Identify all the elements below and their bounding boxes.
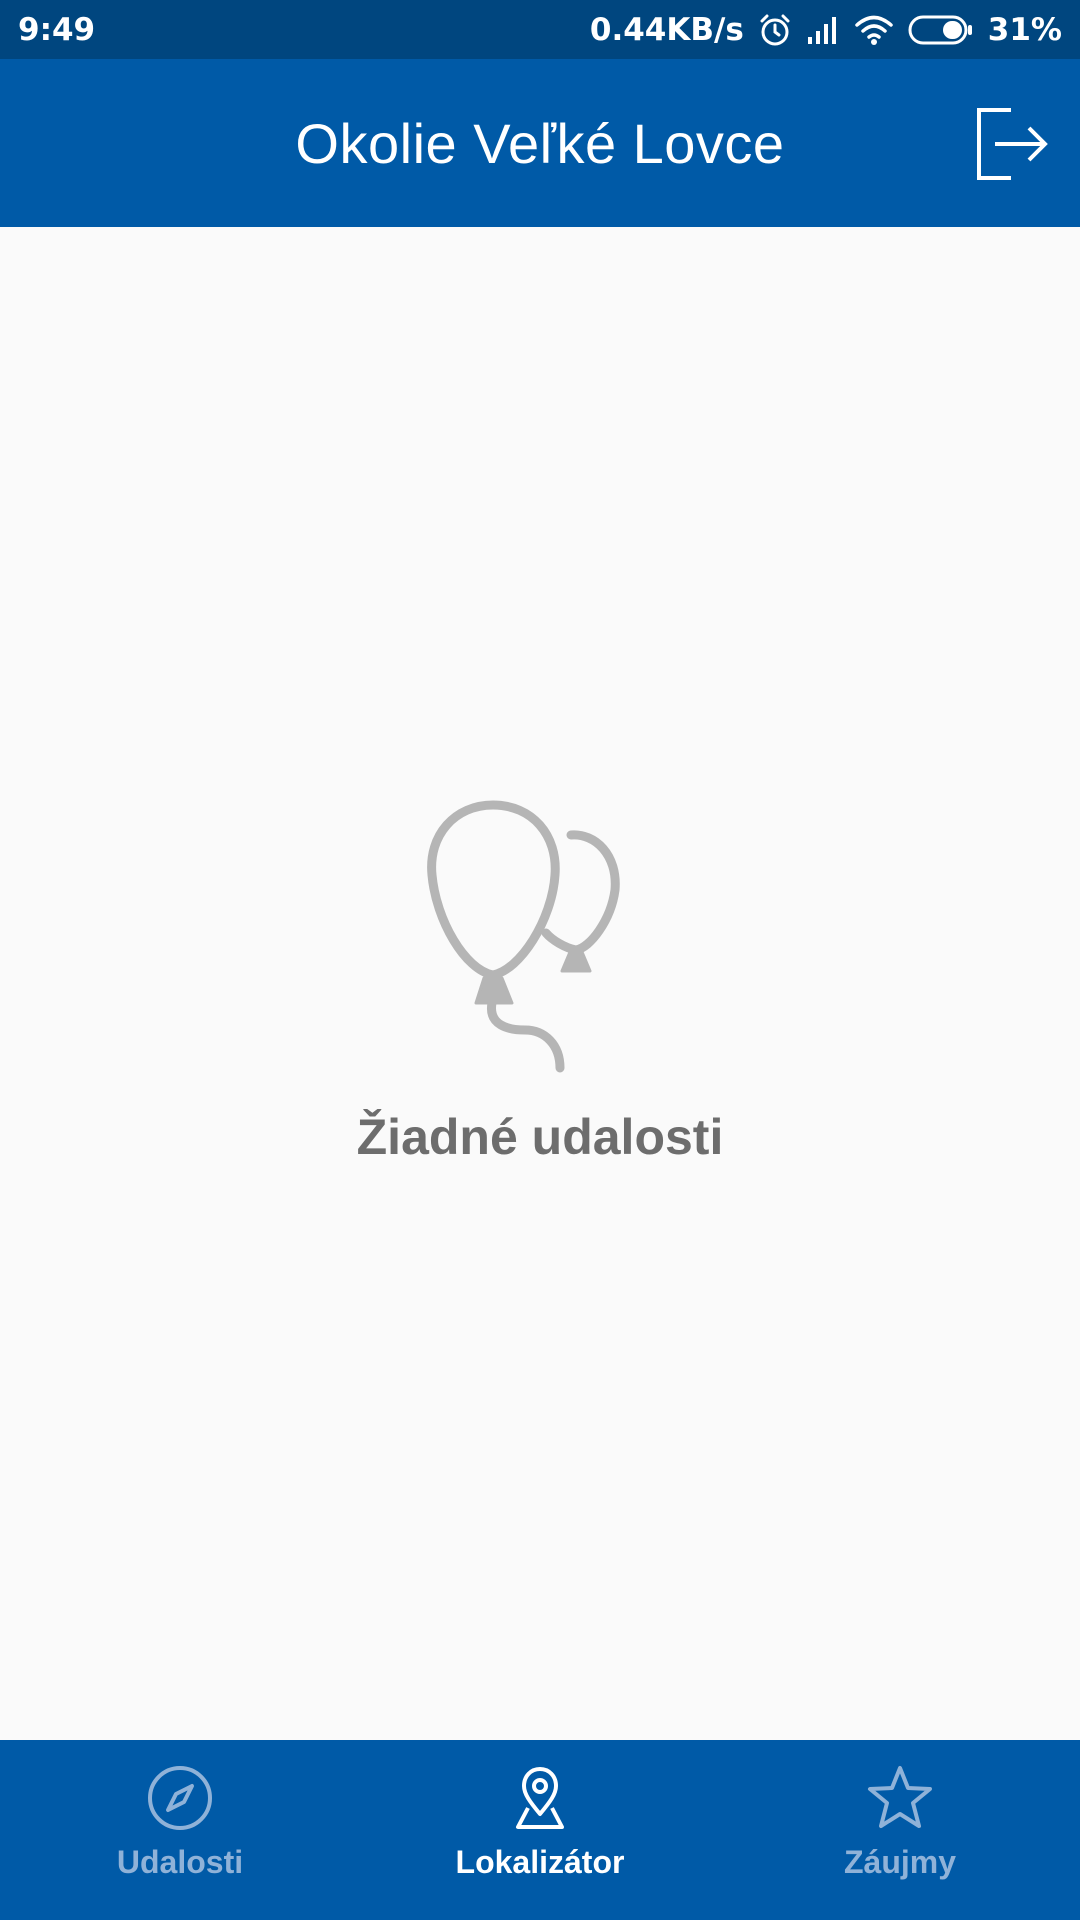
nav-item-zaujmy[interactable]: Záujmy (720, 1740, 1080, 1920)
battery-icon (908, 14, 974, 46)
network-speed: 0.44KB/s (589, 11, 744, 48)
status-icons: 0.44KB/s 31% (590, 12, 1062, 48)
battery-percent: 31% (987, 11, 1062, 48)
app-screen: 9:49 0.44KB/s 31% Okolie Veľké Lovce Žia… (0, 0, 1080, 1920)
wifi-icon (854, 14, 894, 46)
status-time: 9:49 (18, 11, 96, 48)
empty-state-message: Žiadné udalosti (356, 1109, 724, 1165)
compass-icon (148, 1766, 212, 1830)
nav-label-udalosti: Udalosti (116, 1844, 244, 1880)
page-title: Okolie Veľké Lovce (295, 111, 785, 175)
logout-icon (977, 108, 1048, 180)
signal-icon (806, 15, 840, 45)
star-icon (868, 1766, 932, 1828)
logout-button[interactable] (968, 99, 1058, 189)
balloons-icon (427, 800, 620, 1073)
empty-state: Žiadné udalosti (0, 800, 1080, 1166)
app-bar: Okolie Veľké Lovce (0, 59, 1080, 227)
nav-item-lokalizator[interactable]: Lokalizátor (360, 1740, 720, 1920)
bottom-nav: Udalosti Lokalizátor Záujmy (0, 1740, 1080, 1920)
nav-label-lokalizator: Lokalizátor (455, 1844, 625, 1880)
map-pin-icon (516, 1767, 564, 1829)
nav-label-zaujmy: Záujmy (843, 1844, 957, 1880)
status-bar: 9:49 0.44KB/s 31% (0, 0, 1080, 59)
alarm-icon (758, 13, 792, 47)
nav-item-udalosti[interactable]: Udalosti (0, 1740, 360, 1920)
